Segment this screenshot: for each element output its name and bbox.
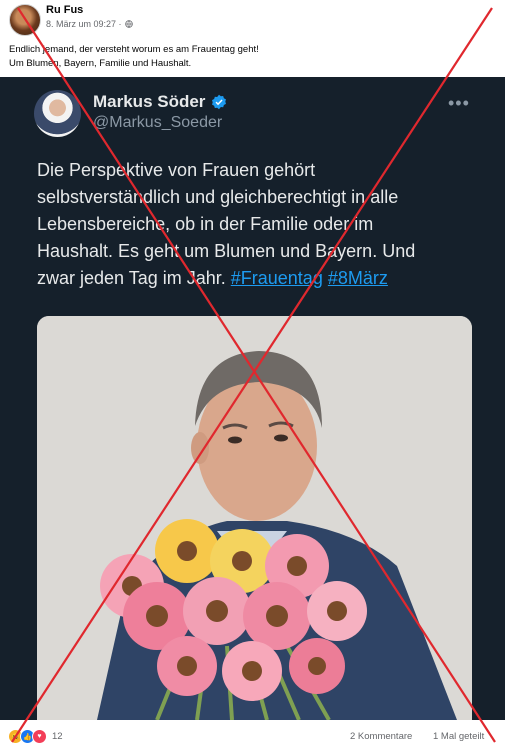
- tweet-text-line: Haushalt. Es geht um Blumen und Bayern. …: [37, 241, 416, 261]
- tweet-author-handle: @Markus_Soeder: [93, 114, 223, 131]
- photo-illustration: [37, 316, 472, 720]
- reaction-count: 12: [52, 731, 63, 742]
- verified-badge-icon: [212, 94, 227, 110]
- post-text-line: Endlich jemand, der versteht worum es am…: [9, 44, 259, 55]
- more-options-icon: •••: [448, 93, 470, 113]
- author-name[interactable]: Ru Fus: [46, 4, 83, 16]
- hashtag-frauentag: #Frauentag: [230, 268, 323, 288]
- love-reaction-icon: ♥: [32, 729, 47, 744]
- tweet-screenshot[interactable]: Markus Söder @Markus_Soeder ••• Die Pers…: [0, 77, 505, 720]
- post-text: Endlich jemand, der versteht worum es am…: [9, 43, 489, 71]
- hashtag-8maerz: #8März: [327, 268, 388, 288]
- tweet-avatar: [34, 90, 81, 137]
- tweet-author-name: Markus Söder: [93, 92, 227, 112]
- post-header: Ru Fus 8. März um 09:27 ·: [0, 0, 505, 40]
- tweet-text-line: Lebensbereiche, ob in der Familie oder i…: [37, 214, 374, 234]
- post-text-line: Um Blumen, Bayern, Familie und Haushalt.: [9, 58, 192, 69]
- globe-icon: [124, 20, 133, 28]
- tweet-text-line: selbstverständlich und gleichberechtigt …: [37, 187, 399, 207]
- tweet-photo: [37, 316, 472, 720]
- tweet-author-name-text: Markus Söder: [93, 92, 206, 111]
- tweet-text-prefix: zwar jeden Tag im Jahr.: [37, 268, 231, 288]
- reactions-summary[interactable]: 😆 👍 ♥ 12: [8, 729, 63, 744]
- post-timestamp[interactable]: 8. März um 09:27 ·: [46, 19, 122, 29]
- tweet-text-line: zwar jeden Tag im Jahr. #Frauentag #8Mär…: [37, 265, 477, 292]
- author-avatar[interactable]: [9, 4, 41, 36]
- tweet-text-line: Die Perspektive von Frauen gehört: [37, 160, 316, 180]
- post-meta: 8. März um 09:27 ·: [46, 19, 133, 29]
- shares-count-link[interactable]: 1 Mal geteilt: [433, 731, 484, 742]
- tweet-text: Die Perspektive von Frauen gehört selbst…: [37, 157, 477, 292]
- post-footer: 😆 👍 ♥ 12 2 Kommentare 1 Mal geteilt: [0, 724, 505, 749]
- comments-count-link[interactable]: 2 Kommentare: [350, 731, 412, 742]
